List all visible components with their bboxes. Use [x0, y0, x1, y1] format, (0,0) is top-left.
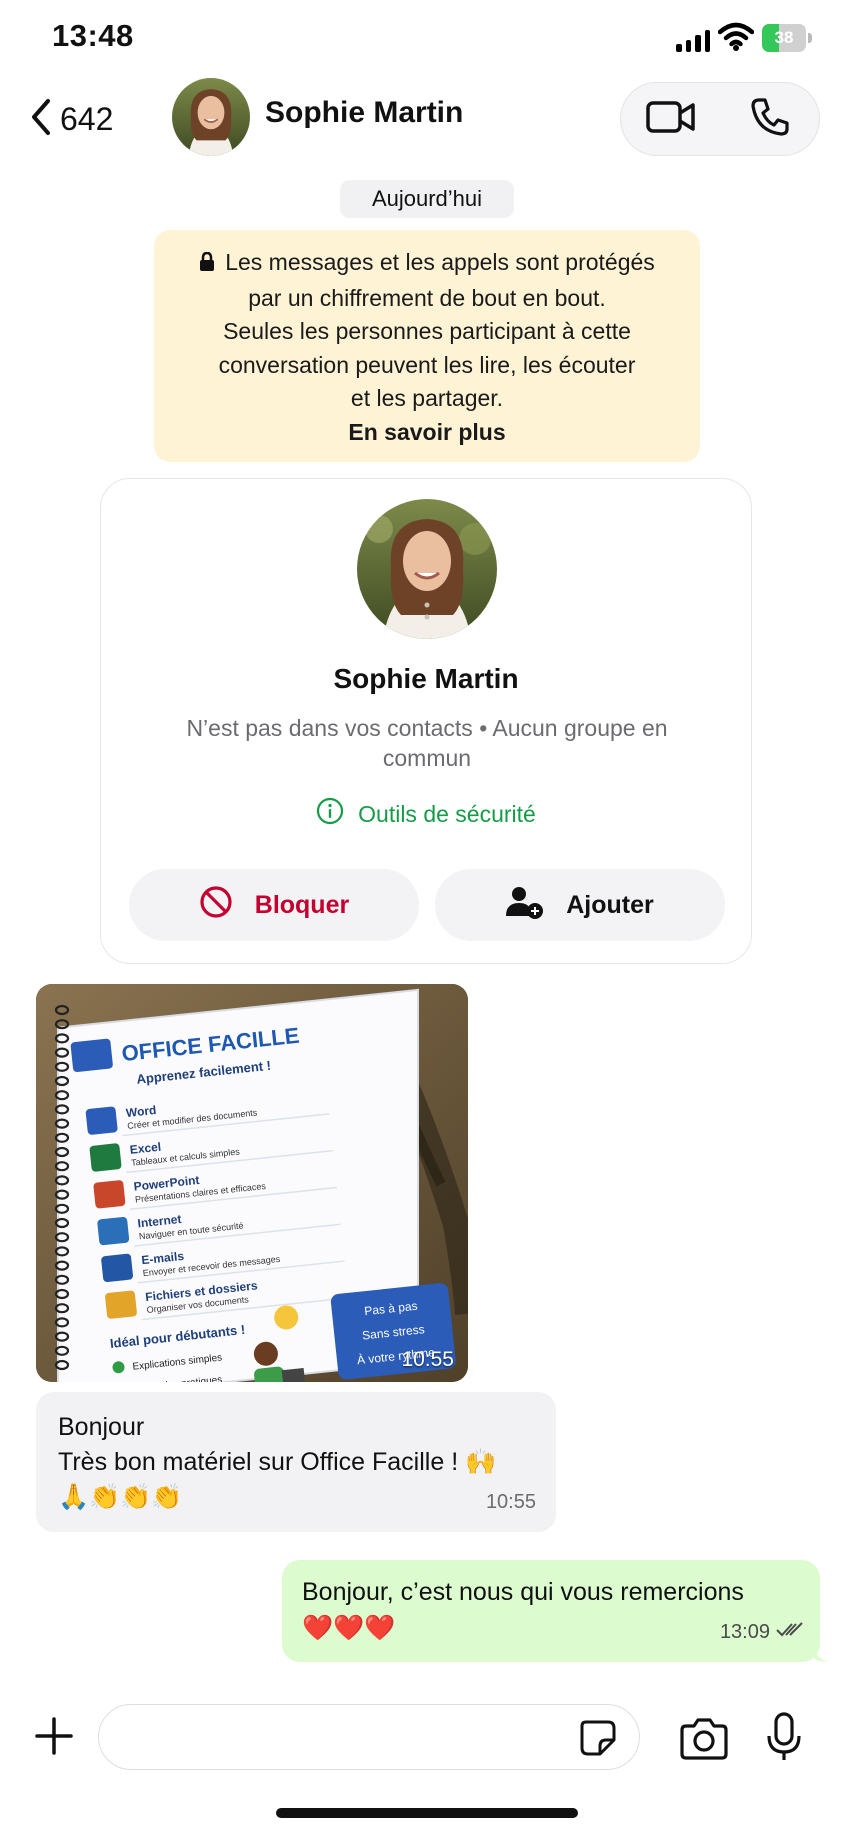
sent-message[interactable]: Bonjour, c’est nous qui vous remercions … [282, 1560, 820, 1662]
app-icon [93, 1180, 126, 1209]
wifi-icon [717, 22, 755, 52]
sticker-icon [578, 1720, 618, 1762]
notice-line-1: Les messages et les appels sont protégés [225, 249, 655, 275]
sent-bubble-tail [812, 1640, 828, 1662]
add-user-icon [506, 885, 544, 926]
date-separator: Aujourd’hui [340, 180, 514, 218]
notice-line-2: par un chiffrement de bout en bout. [248, 284, 606, 311]
call-actions [620, 82, 820, 156]
laptop-icon [281, 1367, 306, 1382]
monitor-logo-icon [70, 1038, 113, 1072]
home-indicator[interactable] [276, 1808, 578, 1818]
cellular-signal-icon [676, 28, 710, 52]
add-label: Ajouter [566, 890, 654, 919]
received-timestamp: 10:55 [485, 1491, 536, 1513]
image-message[interactable]: OFFICE FACILLE Apprenez facilement ! Word C… [36, 984, 468, 1382]
status-time: 13:48 [52, 18, 134, 53]
read-receipt-icon [776, 1614, 804, 1650]
info-icon [316, 797, 344, 831]
booklet-photo: OFFICE FACILLEApprenez facilement !WordC… [36, 984, 468, 1382]
voice-call-button[interactable] [740, 89, 800, 149]
block-icon [199, 885, 233, 926]
received-message[interactable]: Bonjour Très bon matériel sur Office Fac… [36, 1392, 556, 1532]
contact-info-card: Sophie Martin N’est pas dans vos contact… [100, 478, 752, 964]
card-contact-status: N’est pas dans vos contacts • Aucun grou… [186, 715, 668, 771]
camera-icon [680, 1718, 728, 1764]
app-icon [105, 1290, 137, 1319]
contact-name[interactable]: Sophie Martin [265, 96, 463, 130]
safety-tools-label: Outils de sécurité [358, 800, 536, 827]
lock-icon [199, 248, 215, 282]
received-line-2: Très bon matériel sur Office Facille ! 🙌 [58, 1448, 497, 1476]
chevron-left-icon [30, 98, 52, 141]
encryption-notice[interactable]: Les messages et les appels sont protégés… [154, 230, 700, 462]
notice-line-4: conversation peuvent les lire, les écout… [218, 351, 636, 378]
received-line-3: 🙏👏👏👏 [58, 1483, 183, 1511]
contact-avatar[interactable] [172, 78, 250, 156]
block-button[interactable]: Bloquer [129, 869, 419, 941]
phone-icon [750, 97, 790, 142]
block-label: Bloquer [254, 890, 350, 919]
video-camera-icon [645, 100, 696, 139]
sticker-button[interactable] [578, 1718, 618, 1758]
image-timestamp: 10:55 [401, 1348, 454, 1371]
card-contact-name: Sophie Martin [333, 663, 519, 694]
safety-tools-link[interactable]: Outils de sécurité [101, 797, 751, 831]
attach-button[interactable] [34, 1716, 74, 1756]
video-call-button[interactable] [641, 89, 701, 149]
back-button[interactable]: 642 [30, 94, 113, 144]
notice-line-3: Seules les personnes participant à cette [223, 318, 631, 344]
app-icon [89, 1143, 122, 1172]
plus-icon [34, 1717, 74, 1760]
learn-more-link[interactable]: En savoir plus [154, 416, 700, 450]
card-avatar[interactable] [357, 499, 497, 639]
battery-icon: 38 [762, 24, 812, 52]
unread-count: 642 [60, 100, 114, 137]
app-icon [97, 1216, 130, 1246]
app-icon [85, 1106, 118, 1135]
sent-line-1: Bonjour, c’est nous qui vous remercions [302, 1578, 744, 1606]
received-line-1: Bonjour [58, 1413, 145, 1441]
microphone-icon [766, 1712, 802, 1766]
add-contact-button[interactable]: Ajouter [435, 869, 725, 941]
notice-line-5: et les partager. [350, 385, 504, 411]
message-input[interactable] [98, 1704, 640, 1770]
battery-percent: 38 [774, 28, 794, 47]
microphone-button[interactable] [766, 1712, 802, 1762]
sent-meta: 13:09 [720, 1614, 804, 1650]
app-icon [101, 1253, 133, 1282]
camera-button[interactable] [680, 1716, 728, 1760]
sent-timestamp: 13:09 [719, 1621, 770, 1643]
